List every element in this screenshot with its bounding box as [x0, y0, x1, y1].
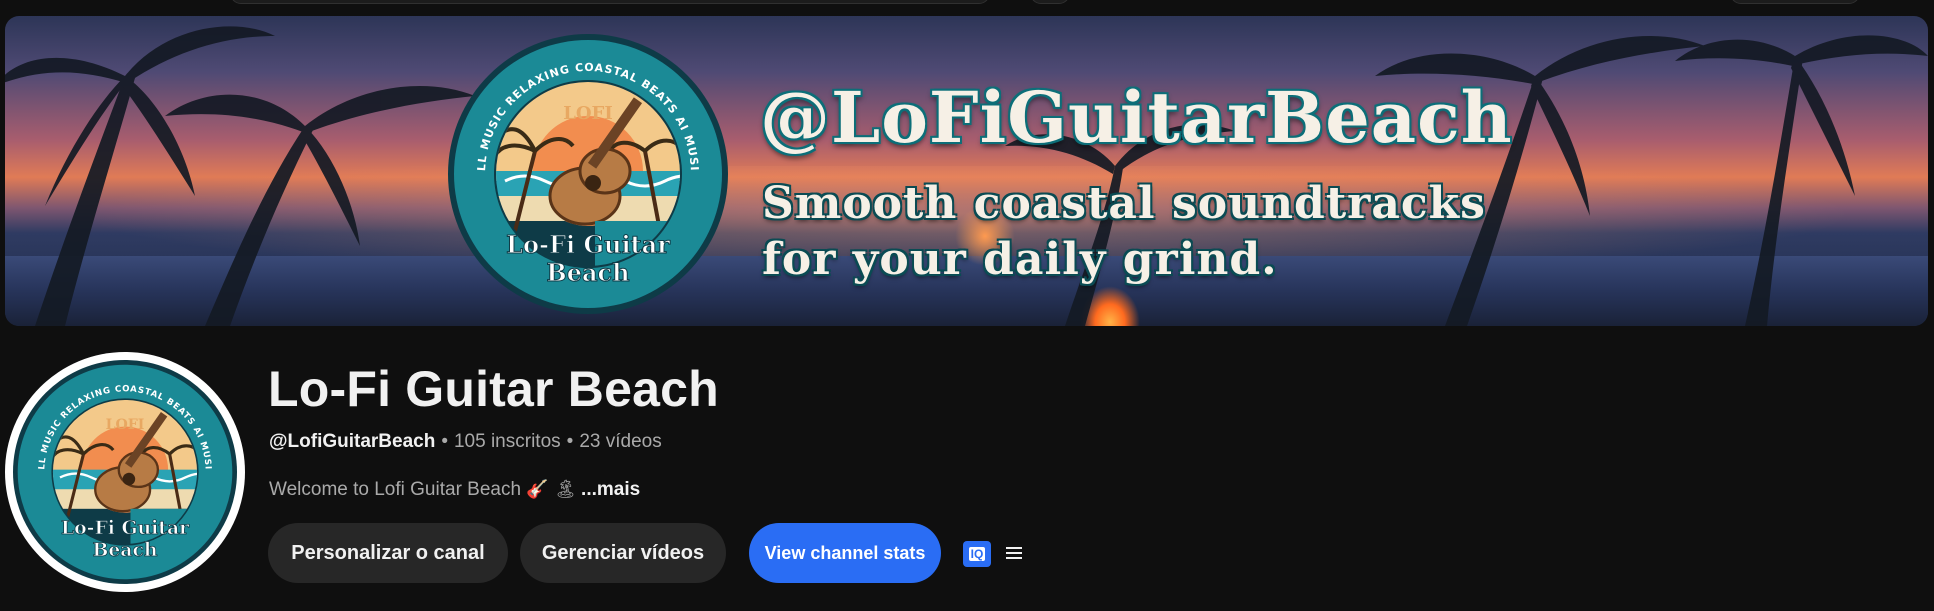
meta-separator-1: • — [441, 431, 448, 452]
channel-banner: ALL MUSIC RELAXING COASTAL BEATS AI MUSI… — [5, 16, 1928, 326]
banner-logo-name-1: Lo-Fi Guitar — [506, 230, 670, 259]
avatar-logo-name-1: Lo-Fi Guitar — [61, 517, 190, 539]
more-link[interactable]: ...mais — [581, 479, 640, 500]
top-header-strip — [0, 0, 1934, 16]
mic-button-edge[interactable] — [1030, 0, 1070, 4]
banner-logo: ALL MUSIC RELAXING COASTAL BEATS AI MUSI… — [445, 31, 728, 314]
video-count: 23 vídeos — [579, 431, 662, 452]
hamburger-menu-icon[interactable] — [1003, 541, 1025, 565]
channel-description[interactable]: Welcome to Lofi Guitar Beach 🎸 🏝 ...mais — [269, 479, 640, 501]
banner-tagline-2: for your daily grind. — [762, 234, 1278, 285]
banner-tagline-1: Smooth coastal soundtracks — [762, 178, 1486, 229]
banner-handle-text: @LoFiGuitarBeach — [760, 76, 1513, 159]
vidiq-icon[interactable]: IQ — [963, 541, 991, 567]
meta-separator-2: • — [566, 431, 574, 452]
banner-logo-name-2: Beach — [546, 258, 629, 287]
subscriber-count: 105 inscritos — [453, 431, 561, 452]
channel-avatar-logo: ALL MUSIC RELAXING COASTAL BEATS AI MUSI… — [13, 360, 237, 584]
channel-title: Lo-Fi Guitar Beach — [268, 361, 719, 417]
channel-handle: @LofiGuitarBeach — [269, 431, 436, 452]
channel-avatar[interactable]: ALL MUSIC RELAXING COASTAL BEATS AI MUSI… — [5, 352, 245, 592]
view-channel-stats-button[interactable]: View channel stats — [749, 523, 941, 583]
manage-videos-button[interactable]: Gerenciar vídeos — [520, 523, 726, 583]
avatar-logo-lofi: LOFI — [106, 417, 145, 433]
vidiq-icon-label: IQ — [968, 547, 986, 561]
avatar-logo-name-2: Beach — [92, 539, 157, 561]
create-button-edge[interactable] — [1730, 0, 1860, 4]
banner-logo-lofi: LOFI — [563, 103, 613, 124]
description-emojis: 🎸 🏝 — [526, 479, 578, 500]
description-text: Welcome to Lofi Guitar Beach — [269, 479, 522, 500]
search-bar-edge[interactable] — [230, 0, 990, 4]
channel-meta: @LofiGuitarBeach • 105 inscritos • 23 vídeos — [269, 431, 662, 453]
customize-channel-button[interactable]: Personalizar o canal — [268, 523, 508, 583]
hamburger-menu-glyph — [1006, 547, 1022, 559]
